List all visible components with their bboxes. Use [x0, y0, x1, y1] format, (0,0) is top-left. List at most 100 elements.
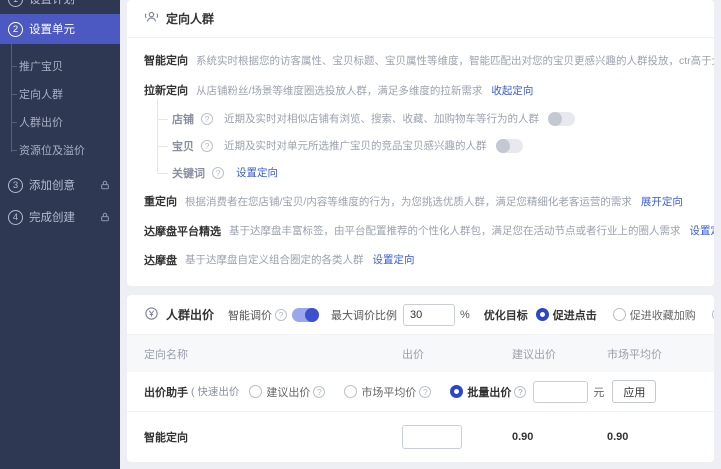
audience-icon	[144, 9, 159, 29]
item-label: 宝贝	[172, 138, 194, 154]
assist-option-label: 建议出价	[266, 384, 310, 400]
smart-targeting-row: 智能定向 系统实时根据您的访客属性、宝贝标题、宝贝属性等维度，智能匹配出对您的宝…	[144, 45, 697, 75]
sidebar-item-promote-item[interactable]: 推广宝贝	[0, 52, 120, 80]
collapse-targeting-link[interactable]: 收起定向	[491, 83, 533, 98]
goal-label: 优化目标	[484, 307, 528, 323]
radio-icon	[344, 385, 357, 398]
smart-targeting-label: 智能定向	[144, 52, 188, 68]
assist-option-batch[interactable]: 批量出价 ?	[450, 384, 529, 400]
targeting-card-title: 定向人群	[166, 10, 214, 27]
smart-targeting-bid-input[interactable]	[402, 425, 462, 449]
suggested-bid-value: 0.90	[512, 431, 607, 443]
expand-targeting-link[interactable]: 展开定向	[641, 194, 683, 209]
shop-toggle[interactable]	[548, 112, 575, 126]
sidebar-step-finish[interactable]: 4 完成创建	[0, 202, 120, 232]
yuan-unit-label: 元	[593, 384, 604, 400]
sidebar-step-add-creative[interactable]: 3 添加创意	[0, 170, 120, 200]
dmp-platform-set-link[interactable]: 设置定向	[690, 223, 715, 238]
keyword-set-targeting-link[interactable]: 设置定向	[236, 165, 278, 180]
lock-icon	[100, 212, 110, 222]
market-avg-value: 0.90	[607, 431, 697, 443]
sidebar-item-placement-premium[interactable]: 资源位及溢价	[0, 136, 120, 164]
help-icon[interactable]: ?	[201, 113, 213, 125]
dmp-label: 达摩盘	[144, 252, 177, 268]
assist-option-market[interactable]: 市场平均价 ?	[344, 384, 434, 400]
sidebar-item-label: 资源位及溢价	[19, 142, 85, 158]
dmp-platform-label: 达摩盘平台精选	[144, 223, 221, 239]
bid-assistant-label: 出价助手	[144, 384, 188, 400]
step-4-number: 4	[8, 210, 23, 225]
item-targeting-row: 宝贝 ? 近期及实时对单元所选推广宝贝的竞品宝贝感兴趣的人群	[172, 132, 697, 159]
goal-option-label: 促进点击	[553, 307, 597, 323]
goal-option-favorites[interactable]: 促进收藏加购	[613, 307, 696, 323]
bid-assistant-prefix: ( 快速出价	[191, 384, 239, 399]
toggle-knob	[305, 308, 319, 322]
pull-new-desc: 从店铺粉丝/场景等维度圈选投放人群，满足多维度的拉新需求	[196, 83, 482, 98]
goal-option-clicks[interactable]: 促进点击	[536, 307, 597, 323]
step-1-number: 1	[8, 0, 23, 7]
col-targeting-name: 定向名称	[144, 346, 402, 362]
sidebar-item-label: 定向人群	[19, 86, 63, 102]
sidebar-step-set-plan[interactable]: 1 设置计划	[0, 0, 120, 14]
dmp-row: 达摩盘 基于达摩盘自定义组合圈定的各类人群 设置定向	[144, 245, 697, 274]
bid-table-header: 定向名称 出价 建议出价 市场平均价	[127, 335, 714, 372]
step-2-label: 设置单元	[29, 21, 75, 37]
toggle-knob	[548, 112, 562, 126]
shop-label: 店铺	[172, 111, 194, 127]
assist-option-suggested[interactable]: 建议出价 ?	[249, 384, 328, 400]
col-market-avg: 市场平均价	[607, 346, 697, 362]
targeting-card: 定向人群 智能定向 系统实时根据您的访客属性、宝贝标题、宝贝属性等维度，智能匹配…	[127, 0, 714, 286]
help-icon[interactable]: ?	[275, 309, 287, 321]
smart-pricing-toggle[interactable]	[292, 308, 319, 322]
pull-new-label: 拉新定向	[144, 82, 188, 98]
batch-bid-input[interactable]	[533, 381, 588, 403]
goal-option-label: 促进收藏加购	[630, 307, 696, 323]
help-icon[interactable]: ?	[201, 140, 213, 152]
dmp-platform-desc: 基于达摩盘丰富标签，由平台配置推荐的个性化人群包，满足您在活动节点或者行业上的圈…	[229, 223, 681, 238]
step-1-label: 设置计划	[29, 0, 75, 7]
keyword-label: 关键词	[172, 165, 205, 181]
dmp-desc: 基于达摩盘自定义组合圈定的各类人群	[185, 252, 364, 267]
toggle-knob	[496, 139, 510, 153]
bidding-card-title: 人群出价	[166, 306, 214, 323]
shop-targeting-row: 店铺 ? 近期及实时对相似店铺有浏览、搜索、收藏、加购物车等行为的人群	[172, 105, 697, 132]
shop-desc: 近期及实时对相似店铺有浏览、搜索、收藏、加购物车等行为的人群	[224, 111, 539, 126]
step-2-number: 2	[8, 22, 23, 37]
sidebar-step-set-unit[interactable]: 2 设置单元	[0, 14, 120, 44]
lock-icon	[100, 180, 110, 190]
step-3-label: 添加创意	[29, 177, 75, 193]
item-desc: 近期及实时对单元所选推广宝贝的竞品宝贝感兴趣的人群	[224, 138, 487, 153]
sidebar-sub-list: 推广宝贝 定向人群 人群出价 资源位及溢价	[0, 44, 120, 170]
targeting-rows: 智能定向 系统实时根据您的访客属性、宝贝标题、宝贝属性等维度，智能匹配出对您的宝…	[127, 38, 714, 274]
help-icon[interactable]: ?	[313, 386, 325, 398]
retargeting-label: 重定向	[144, 193, 177, 209]
bidding-card: 人群出价 智能调价 ? 最大调价比例 % 优化目标 促进点击 促进收藏加购	[127, 295, 714, 462]
radio-icon	[712, 308, 714, 321]
dmp-set-link[interactable]: 设置定向	[373, 252, 415, 267]
apply-button[interactable]: 应用	[612, 380, 656, 403]
item-toggle[interactable]	[496, 139, 523, 153]
bid-row-name: 智能定向	[144, 429, 402, 445]
sidebar-item-audience-bid[interactable]: 人群出价	[0, 108, 120, 136]
keyword-targeting-row: 关键词 ? 设置定向	[172, 159, 697, 186]
help-icon[interactable]: ?	[514, 386, 526, 398]
steps-sidebar: 1 设置计划 2 设置单元 推广宝贝 定向人群 人群出价 资源位及溢价 3 添加…	[0, 0, 120, 469]
sidebar-item-label: 人群出价	[19, 114, 63, 130]
bid-assistant-row: 出价助手 ( 快速出价 建议出价 ? 市场平均价 ? 批量出价 ?	[127, 372, 714, 412]
goal-option-conversion[interactable]: 促进成交	[712, 307, 714, 323]
pull-new-targeting-row: 拉新定向 从店铺粉丝/场景等维度圈选投放人群，满足多维度的拉新需求 收起定向	[144, 75, 697, 105]
smart-targeting-bid-row: 智能定向 0.90 0.90	[127, 412, 714, 462]
col-suggested-bid: 建议出价	[512, 346, 607, 362]
help-icon[interactable]: ?	[212, 167, 224, 179]
percent-label: %	[460, 309, 470, 321]
sidebar-item-targeting[interactable]: 定向人群	[0, 80, 120, 108]
retargeting-row: 重定向 根据消费者在您店铺/宝贝/内容等维度的行为，为您挑选优质人群，满足您精细…	[144, 186, 697, 216]
smart-targeting-desc: 系统实时根据您的访客属性、宝贝标题、宝贝属性等维度，智能匹配出对您的宝贝更感兴趣…	[196, 53, 714, 68]
targeting-card-header: 定向人群	[127, 0, 714, 38]
bid-icon	[144, 306, 159, 324]
help-icon[interactable]: ?	[419, 386, 431, 398]
campaign-setup-page: 1 设置计划 2 设置单元 推广宝贝 定向人群 人群出价 资源位及溢价 3 添加…	[0, 0, 721, 469]
bidding-card-header: 人群出价 智能调价 ? 最大调价比例 % 优化目标 促进点击 促进收藏加购	[127, 295, 714, 335]
assist-option-label: 市场平均价	[361, 384, 416, 400]
max-ratio-input[interactable]	[403, 304, 455, 326]
